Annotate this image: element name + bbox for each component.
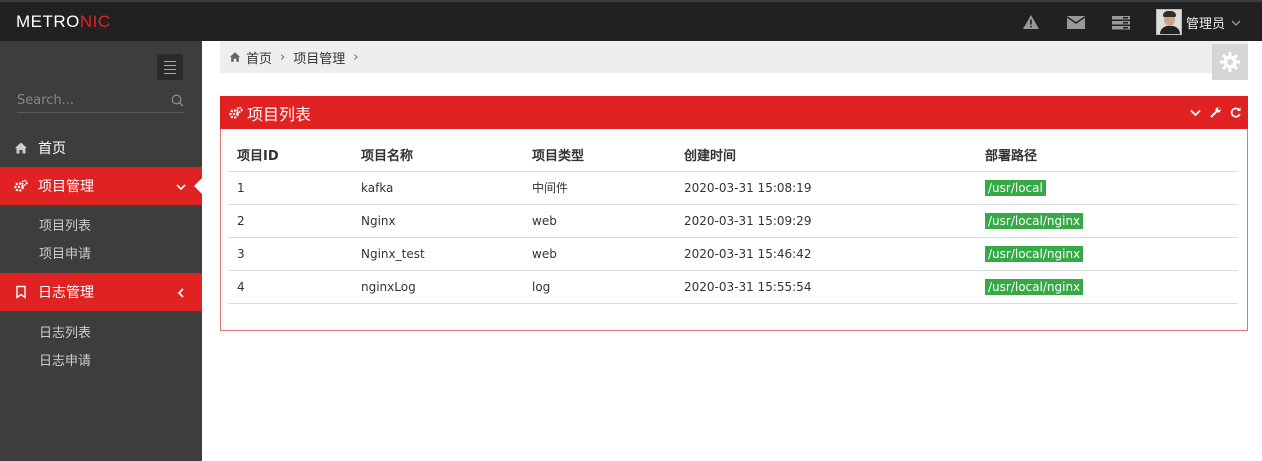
logo-accent-text: NIC xyxy=(79,12,111,31)
cell-path: /usr/local/nginx xyxy=(976,237,1238,271)
portlet-tools xyxy=(1189,106,1242,119)
breadcrumb-separator: › xyxy=(280,49,286,65)
table-row: 1 kafka 中间件 2020-03-31 15:08:19 /usr/loc… xyxy=(228,171,1238,205)
wrench-icon[interactable] xyxy=(1209,106,1222,119)
sidebar-search xyxy=(17,89,184,113)
column-header: 创建时间 xyxy=(675,139,976,172)
breadcrumb-separator: › xyxy=(353,49,359,65)
cell-type: web xyxy=(523,204,675,238)
sidebar-item-label: 项目管理 xyxy=(38,179,94,195)
cell-id: 3 xyxy=(228,237,352,271)
cell-created: 2020-03-31 15:55:54 xyxy=(675,270,976,304)
path-badge: /usr/local/nginx xyxy=(985,245,1084,262)
cell-type: web xyxy=(523,237,675,271)
sidebar-subitem-log-apply[interactable]: 日志申请 xyxy=(39,350,91,369)
cell-name: kafka xyxy=(352,171,523,205)
cell-id: 2 xyxy=(228,204,352,238)
table-row: 3 Nginx_test web 2020-03-31 15:46:42 /us… xyxy=(228,237,1238,271)
logo[interactable]: METRONIC xyxy=(16,12,111,32)
cell-created: 2020-03-31 15:09:29 xyxy=(675,204,976,238)
gear-icon xyxy=(1220,52,1240,72)
avatar xyxy=(1156,9,1182,35)
theme-settings-button[interactable] xyxy=(1212,44,1248,80)
cell-name: Nginx xyxy=(352,204,523,238)
sidebar-item-label: 首页 xyxy=(38,141,66,157)
chevron-down-icon xyxy=(176,180,186,191)
cell-type: log xyxy=(523,270,675,304)
path-badge: /usr/local/nginx xyxy=(985,212,1084,229)
table-header-row: 项目ID 项目名称 项目类型 创建时间 部署路径 xyxy=(228,139,1238,172)
column-header: 项目类型 xyxy=(523,139,675,172)
table-row: 4 nginxLog log 2020-03-31 15:55:54 /usr/… xyxy=(228,270,1238,304)
sidebar-subitem-log-list[interactable]: 日志列表 xyxy=(39,322,91,341)
cell-path: /usr/local xyxy=(976,171,1238,205)
sidebar-item-label: 日志管理 xyxy=(38,285,94,301)
bookmark-icon xyxy=(14,285,28,299)
path-badge: /usr/local xyxy=(985,179,1046,196)
warning-icon[interactable] xyxy=(1022,14,1040,30)
sidebar-subitem-project-list[interactable]: 项目列表 xyxy=(39,215,91,234)
chevron-down-icon xyxy=(1231,17,1241,27)
breadcrumb: 首页 › 项目管理 › xyxy=(220,41,1248,73)
cell-type: 中间件 xyxy=(523,171,675,205)
logo-text: METRO xyxy=(16,12,80,31)
portlet-title-bar: 项目列表 xyxy=(220,96,1248,129)
chevron-down-icon[interactable] xyxy=(1189,106,1202,119)
table-row: 2 Nginx web 2020-03-31 15:09:29 /usr/loc… xyxy=(228,204,1238,238)
user-name: 管理员 xyxy=(1186,16,1226,32)
path-badge: /usr/local/nginx xyxy=(985,278,1084,295)
column-header: 部署路径 xyxy=(976,139,1238,172)
sidebar-toggle-button[interactable] xyxy=(157,54,183,80)
sidebar-subitem-project-apply[interactable]: 项目申请 xyxy=(39,243,91,262)
cogs-icon xyxy=(14,179,28,193)
top-header: METRONIC 管理员 xyxy=(0,0,1262,41)
column-header: 项目ID xyxy=(228,139,352,172)
cell-path: /usr/local/nginx xyxy=(976,270,1238,304)
chevron-left-icon xyxy=(176,286,186,298)
project-list-portlet: 项目列表 项目ID 项目名称 项目类型 创建时间 部署路径 1 kafka 中间… xyxy=(220,96,1248,331)
cell-id: 4 xyxy=(228,270,352,304)
cell-created: 2020-03-31 15:46:42 xyxy=(675,237,976,271)
column-header: 项目名称 xyxy=(352,139,523,172)
cell-id: 1 xyxy=(228,171,352,205)
cell-created: 2020-03-31 15:08:19 xyxy=(675,171,976,205)
active-indicator xyxy=(194,178,202,194)
sidebar-item-log-management[interactable]: 日志管理 xyxy=(0,273,202,311)
home-icon xyxy=(229,51,241,63)
search-icon[interactable] xyxy=(171,94,184,107)
breadcrumb-project-management-link[interactable]: 项目管理 xyxy=(293,48,345,67)
sidebar-item-home[interactable]: 首页 xyxy=(0,129,202,167)
cell-name: nginxLog xyxy=(352,270,523,304)
project-table: 项目ID 项目名称 项目类型 创建时间 部署路径 1 kafka 中间件 202… xyxy=(228,139,1238,304)
tasks-icon[interactable] xyxy=(1112,16,1130,30)
sidebar: 首页 项目管理 项目列表 项目申请 日志管理 日志列表 日志申请 xyxy=(0,41,202,461)
refresh-icon[interactable] xyxy=(1229,106,1242,119)
search-input[interactable] xyxy=(17,89,157,111)
cell-path: /usr/local/nginx xyxy=(976,204,1238,238)
envelope-icon[interactable] xyxy=(1067,16,1085,29)
portlet-title: 项目列表 xyxy=(247,104,312,124)
sidebar-item-project-management[interactable]: 项目管理 xyxy=(0,167,202,205)
cogs-icon xyxy=(229,106,243,120)
user-menu[interactable]: 管理员 xyxy=(1156,7,1241,37)
home-icon xyxy=(14,141,28,155)
cell-name: Nginx_test xyxy=(352,237,523,271)
breadcrumb-home-link[interactable]: 首页 xyxy=(246,48,272,67)
